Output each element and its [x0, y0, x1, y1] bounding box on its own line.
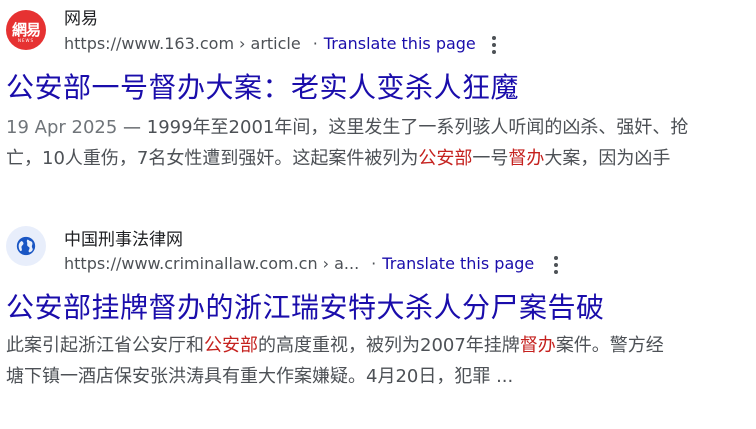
- result-url[interactable]: https://www.163.com: [64, 34, 234, 53]
- snippet-line: 亡，10人重伤，7名女性遭到强奸。这起案件被列为公安部一号督办大案，因为凶手: [6, 143, 756, 174]
- snippet-line: 此案引起浙江省公安厅和公安部的高度重视，被列为2007年挂牌督办案件。警方经: [6, 330, 756, 361]
- snippet-text: 案件。警方经: [555, 335, 664, 356]
- result-snippet: 19 Apr 2025 — 1999年至2001年间，这里发生了一系列骇人听闻的…: [6, 112, 756, 174]
- result-url[interactable]: https://www.criminallaw.com.cn: [64, 254, 318, 273]
- search-results: 網易 NEWS 网易 https://www.163.com › article…: [0, 0, 756, 429]
- kebab-dot: [554, 256, 558, 260]
- globe-svg: [16, 236, 36, 256]
- favicon-subtext: NEWS: [17, 38, 34, 43]
- snippet-highlight: 督办: [508, 148, 545, 169]
- snippet-highlight: 公安部: [418, 148, 473, 169]
- kebab-dot: [554, 263, 558, 267]
- netease-logo-icon[interactable]: 網易 NEWS: [6, 10, 46, 50]
- kebab-dot: [492, 43, 496, 47]
- snippet-highlight: 公安部: [204, 335, 258, 356]
- result-snippet: 此案引起浙江省公安厅和公安部的高度重视，被列为2007年挂牌督办案件。警方经 塘…: [6, 330, 756, 392]
- snippet-text: 亡，10人重伤，7名女性遭到强奸。这起案件被列为: [6, 148, 419, 169]
- favicon-text: 網易: [11, 20, 41, 39]
- kebab-dot: [554, 270, 558, 274]
- url-breadcrumb[interactable]: › a...: [323, 254, 360, 273]
- snippet-date: 19 Apr 2025: [6, 117, 118, 138]
- snippet-text: 的高度重视，被列为2007年挂牌: [258, 335, 520, 356]
- snippet-text: 一号: [472, 148, 509, 169]
- snippet-dash: —: [117, 117, 147, 138]
- url-breadcrumb[interactable]: › article: [239, 34, 301, 53]
- url-row: https://www.163.com › article · Translat…: [64, 34, 476, 53]
- translate-link[interactable]: Translate this page: [324, 34, 476, 53]
- snippet-text: 塘下镇一酒店保安张洪涛具有重大作案嫌疑。4月20日，犯罪 ...: [6, 366, 514, 387]
- kebab-dot: [492, 36, 496, 40]
- site-name[interactable]: 中国刑事法律网: [64, 225, 183, 250]
- snippet-text: 1999年至2001年间，这里发生了一系列骇人听闻的凶杀、强奸、抢: [146, 117, 689, 138]
- snippet-text: 此案引起浙江省公安厅和: [6, 335, 204, 356]
- separator-dot: ·: [312, 34, 318, 53]
- snippet-highlight: 督办: [519, 335, 556, 356]
- kebab-dot: [492, 50, 496, 54]
- globe-icon[interactable]: [6, 226, 46, 266]
- site-name[interactable]: 网易: [64, 4, 98, 29]
- url-row: https://www.criminallaw.com.cn › a... · …: [64, 254, 534, 273]
- result-title-link[interactable]: 公安部挂牌督办的浙江瑞安特大杀人分尸案告破: [6, 286, 605, 326]
- more-vert-icon[interactable]: [484, 34, 504, 56]
- separator-dot: ·: [371, 254, 377, 273]
- snippet-line: 塘下镇一酒店保安张洪涛具有重大作案嫌疑。4月20日，犯罪 ...: [6, 361, 756, 392]
- result-title-link[interactable]: 公安部一号督办大案：老实人变杀人狂魔: [6, 66, 519, 106]
- snippet-text: 大案，因为凶手: [544, 148, 671, 169]
- translate-link[interactable]: Translate this page: [382, 254, 534, 273]
- more-vert-icon[interactable]: [546, 254, 566, 276]
- snippet-line: 19 Apr 2025 — 1999年至2001年间，这里发生了一系列骇人听闻的…: [6, 112, 756, 143]
